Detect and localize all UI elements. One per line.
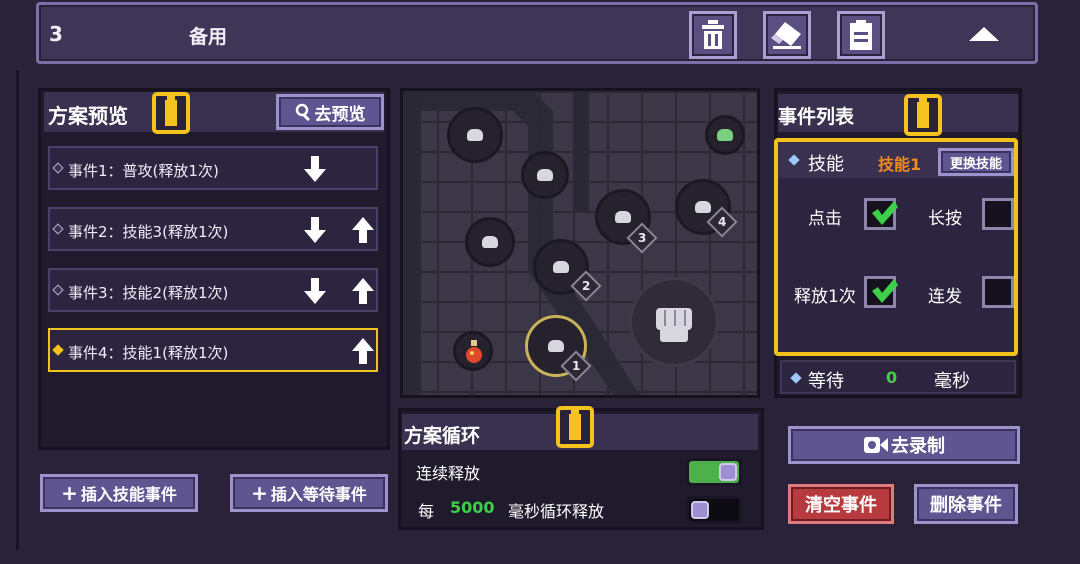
keybind-hint-icon [152,92,190,134]
eraser-button[interactable] [763,11,811,59]
move-up-icon[interactable] [352,278,374,304]
clear-events-button[interactable]: 清空事件 [788,484,894,524]
release-once-checkbox[interactable] [864,276,898,308]
event-detail-box: 技能 技能1 更换技能 点击 长按 释放1次 连发 [774,138,1018,356]
keybind-hint-icon [904,94,942,136]
plus-icon: + [251,481,268,505]
skill-slot-node[interactable] [465,217,515,267]
wait-marker-icon [790,372,802,384]
slot-number-label: 1 [571,358,581,373]
wait-row: 等待 0 毫秒 [780,360,1016,394]
skill-icon [615,211,631,223]
slot-name: 备用 [189,26,228,48]
collapse-icon[interactable] [969,27,999,41]
loop-title: 方案循环 [404,425,481,447]
skill-icon [482,236,498,248]
interval-value[interactable]: 5000 [450,498,495,517]
release-once-label: 释放1次 [794,287,856,307]
move-up-icon[interactable] [352,338,374,364]
go-preview-button[interactable]: 去预览 [276,94,384,130]
skill-icon [717,129,733,141]
move-up-icon[interactable] [352,217,374,243]
skill-icon [537,169,553,181]
wait-label: 等待 [808,371,844,392]
burst-checkbox[interactable] [982,276,1014,308]
skill-layout-map: 3 4 2 1 [400,88,760,398]
potion-icon [466,340,482,363]
type-label: 技能 [808,154,844,175]
checkmark-icon [872,279,898,303]
slot-number-label: 2 [581,278,591,293]
toggle-knob [719,463,737,481]
wait-value[interactable]: 0 [886,368,897,387]
plus-icon: + [61,481,78,505]
clipboard-button[interactable] [837,11,885,59]
search-icon [295,103,310,121]
event-label: 事件4：技能1(释放1次) [68,344,229,362]
preview-title: 方案预览 [48,104,128,128]
insert-wait-event-label: 插入等待事件 [270,485,367,504]
event-marker-icon [52,344,64,356]
skill-icon [553,261,569,273]
insert-skill-event-button[interactable]: + 插入技能事件 [40,474,198,512]
interval-release-toggle[interactable] [686,496,742,524]
click-label: 点击 [808,209,842,229]
slot-number-label: 3 [637,230,647,245]
event-label: 事件3：技能2(释放1次) [68,284,229,302]
click-checkbox[interactable] [864,198,898,230]
skill-slot-node[interactable] [447,107,503,163]
event-row[interactable]: 事件3：技能2(释放1次) [48,268,378,312]
burst-label: 连发 [928,287,962,307]
long-press-checkbox[interactable] [982,198,1014,230]
continuous-release-label: 连续释放 [416,464,481,483]
event-marker-icon [52,284,64,296]
every-label: 每 [418,502,435,521]
skill-icon [695,201,711,213]
slot-header[interactable]: 3 备用 [36,2,1038,64]
skill-icon [467,129,483,141]
trash-icon [702,20,724,49]
move-down-icon[interactable] [304,156,326,182]
event-label: 事件2：技能3(释放1次) [68,223,229,241]
long-press-label: 长按 [928,209,962,229]
change-skill-button[interactable]: 更换技能 [938,148,1014,176]
checkmark-icon [872,201,898,225]
slot-number: 3 [49,22,63,46]
event-marker-icon [52,162,64,174]
skill-slot-node[interactable] [521,151,569,199]
record-icon [864,437,888,453]
fist-icon [656,308,692,342]
skill-slot-node[interactable] [705,115,745,155]
event-list-title: 事件列表 [778,106,855,128]
interval-suffix-label: 毫秒循环释放 [508,502,605,521]
clipboard-icon [850,20,872,50]
go-record-label: 去录制 [891,436,945,457]
skill-icon [548,340,564,352]
delete-event-button[interactable]: 删除事件 [914,484,1018,524]
event-row[interactable]: 事件2：技能3(释放1次) [48,207,378,251]
event-marker-icon [52,223,64,235]
keybind-hint-icon [556,406,594,448]
insert-wait-event-button[interactable]: + 插入等待事件 [230,474,388,512]
skill-name: 技能1 [878,155,922,174]
delete-event-label: 删除事件 [930,495,1002,516]
move-down-icon[interactable] [304,278,326,304]
change-skill-label: 更换技能 [949,156,1002,172]
event-row[interactable]: 事件1：普攻(释放1次) [48,146,378,190]
go-preview-label: 去预览 [314,104,366,125]
insert-skill-event-label: 插入技能事件 [80,485,177,504]
event-row-selected[interactable]: 事件4：技能1(释放1次) [48,328,378,372]
potion-slot-node[interactable] [453,331,493,371]
toggle-knob [691,501,709,519]
move-down-icon[interactable] [304,217,326,243]
wait-unit-label: 毫秒 [934,371,970,392]
eraser-icon [771,22,801,49]
continuous-release-toggle[interactable] [686,458,742,486]
slot-number-label: 4 [717,214,727,229]
trash-button[interactable] [689,11,737,59]
clear-events-label: 清空事件 [805,495,877,516]
go-record-button[interactable]: 去录制 [788,426,1020,464]
event-label: 事件1：普攻(释放1次) [68,162,219,180]
attack-button-node[interactable] [629,277,719,367]
